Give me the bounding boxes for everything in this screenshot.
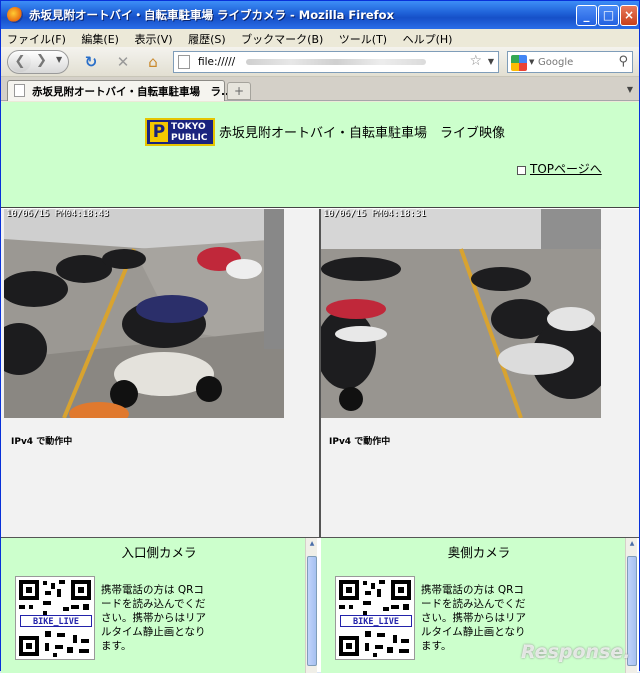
url-redacted: [246, 59, 426, 65]
engine-dropdown-icon[interactable]: ▼: [529, 58, 534, 66]
page-content: P TOKYO PUBLIC 赤坂見附オートバイ・自転車駐車場 ライブ映像 TO…: [1, 102, 639, 673]
scroll-up-icon[interactable]: ▲: [307, 540, 317, 550]
forward-button[interactable]: ❯: [36, 53, 47, 68]
mobile-note: 携帯電話の方は QRコードを読み込んでください。携帯からはリアルタイム静止画とな…: [101, 584, 206, 652]
minimize-button[interactable]: _: [576, 5, 597, 26]
response-watermark: Response.: [521, 641, 631, 663]
back-button[interactable]: ❮: [9, 52, 31, 72]
logo-line1: TOKYO: [171, 122, 206, 132]
top-page-link[interactable]: TOPページへ: [530, 162, 602, 176]
window-title: 赤坂見附オートバイ・自転車駐車場 ライブカメラ - Mozilla Firefo…: [29, 8, 394, 22]
qr-label: BIKE_LIVE: [340, 615, 412, 627]
camera-status: IPv4 で動作中: [329, 437, 391, 447]
new-tab-button[interactable]: +: [227, 82, 251, 100]
url-dropdown-icon[interactable]: ▼: [488, 57, 494, 66]
reload-icon[interactable]: ↻: [81, 52, 101, 72]
tab-active[interactable]: 赤坂見附オートバイ・自転車駐車場 ラ...: [7, 80, 233, 101]
logo-letter: P: [150, 122, 168, 142]
camera-image-rear: 10/06/15 PM04:18:31: [321, 209, 601, 418]
address-bar[interactable]: file:///// ☆ ▼: [173, 51, 499, 73]
scroll-up-icon[interactable]: ▲: [627, 540, 637, 550]
tab-page-icon: [14, 84, 25, 97]
menu-help[interactable]: ヘルプ(H): [397, 29, 459, 47]
parking-photo-rear: [321, 209, 601, 418]
menu-file[interactable]: ファイル(F): [1, 29, 72, 47]
close-button[interactable]: ×: [620, 5, 638, 26]
google-icon[interactable]: [511, 55, 527, 71]
tab-label: 赤坂見附オートバイ・自転車駐車場 ラ...: [32, 86, 233, 98]
menu-edit[interactable]: 編集(E): [75, 29, 125, 47]
camera-timestamp: 10/06/15 PM04:18:31: [323, 209, 426, 219]
menu-tools[interactable]: ツール(T): [333, 29, 393, 47]
qr-code: BIKE_LIVE: [15, 576, 95, 660]
firefox-icon: [7, 7, 23, 23]
page-header: P TOKYO PUBLIC 赤坂見附オートバイ・自転車駐車場 ライブ映像 TO…: [1, 102, 639, 208]
search-box[interactable]: ▼ ⚲: [507, 51, 633, 73]
scroll-thumb[interactable]: [307, 556, 317, 666]
title-bar: 赤坂見附オートバイ・自転車駐車場 ライブカメラ - Mozilla Firefo…: [1, 1, 639, 29]
home-icon[interactable]: ⌂: [143, 52, 163, 72]
menu-bar: ファイル(F) 編集(E) 表示(V) 履歴(S) ブックマーク(B) ツール(…: [1, 29, 639, 47]
tab-list-icon[interactable]: ▼: [627, 85, 633, 94]
search-input[interactable]: [538, 55, 614, 70]
bookmark-star-icon[interactable]: ☆: [469, 53, 482, 69]
url-text: file://///: [198, 56, 236, 68]
tab-bar: 赤坂見附オートバイ・自転車駐車場 ラ... + ▼: [1, 77, 639, 101]
logo-line2: PUBLIC: [171, 133, 208, 143]
page-title: 赤坂見附オートバイ・自転車駐車場 ライブ映像: [219, 126, 506, 141]
parking-photo-entrance: [4, 209, 284, 418]
camera-image-entrance: 10/06/15 PM04:18:43: [4, 209, 284, 418]
link-icon: [517, 165, 526, 175]
camera-area: 10/06/15 PM04:18:43 IPv4 で動作中 10/06/15 P…: [1, 209, 639, 537]
menu-view[interactable]: 表示(V): [128, 29, 178, 47]
panel-scrollbar[interactable]: ▲: [305, 538, 317, 673]
qr-label: BIKE_LIVE: [20, 615, 92, 627]
entrance-camera-panel: 入口側カメラ BIKE_LIVE 携帯電話の方は QRコードを読み込んでください…: [1, 538, 317, 673]
page-icon: [178, 55, 190, 69]
menu-history[interactable]: 履歴(S): [182, 29, 232, 47]
panel-title: 奥側カメラ: [447, 545, 511, 560]
firefox-window: 赤坂見附オートバイ・自転車駐車場 ライブカメラ - Mozilla Firefo…: [0, 0, 640, 673]
tokyo-public-logo: P TOKYO PUBLIC: [145, 118, 215, 146]
mobile-note: 携帯電話の方は QRコードを読み込んでください。携帯からはリアルタイム静止画とな…: [421, 584, 526, 652]
maximize-button[interactable]: □: [598, 5, 619, 26]
qr-code: BIKE_LIVE: [335, 576, 415, 660]
menu-bookmarks[interactable]: ブックマーク(B): [235, 29, 329, 47]
camera-status: IPv4 で動作中: [11, 437, 73, 447]
panel-title: 入口側カメラ: [121, 545, 197, 560]
search-icon[interactable]: ⚲: [618, 54, 628, 69]
stop-icon[interactable]: ✕: [113, 52, 133, 72]
history-dropdown-icon[interactable]: ▼: [56, 55, 62, 64]
camera-timestamp: 10/06/15 PM04:18:43: [6, 209, 109, 219]
top-page-link-wrap: TOPページへ: [517, 160, 602, 177]
navigation-toolbar: ❮ ❯ ▼ ↻ ✕ ⌂ file:///// ☆ ▼ ▼ ⚲: [1, 47, 639, 77]
back-forward-group: ❮ ❯ ▼: [7, 50, 69, 74]
